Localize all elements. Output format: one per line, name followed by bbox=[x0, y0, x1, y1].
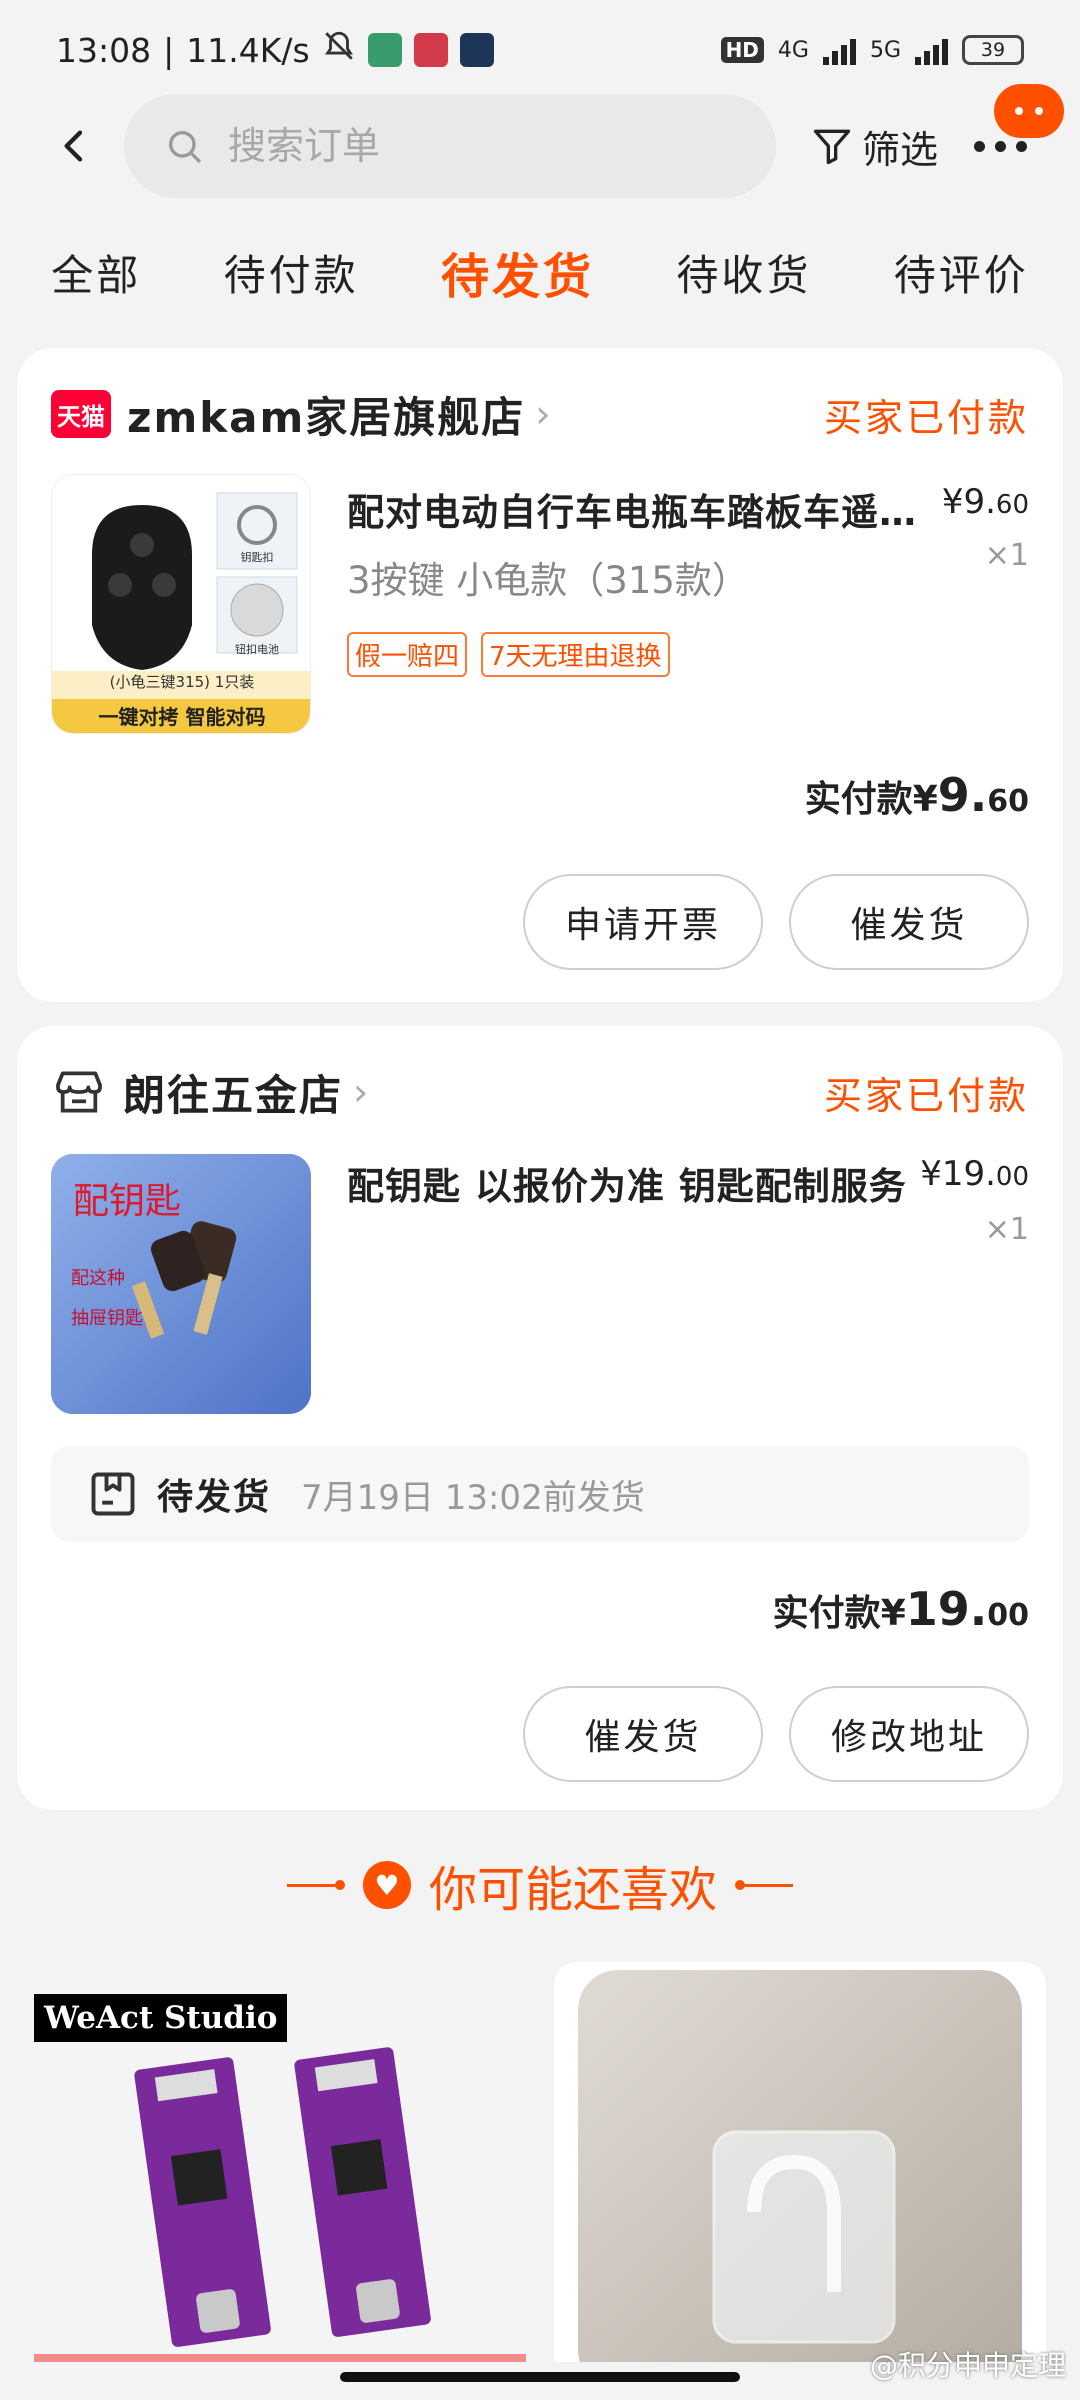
service-tags: 假一赔四 7天无理由退换 bbox=[347, 632, 670, 677]
product-price: ¥19.00 bbox=[920, 1154, 1029, 1194]
paid-label: 实付款 bbox=[804, 779, 913, 820]
filter-button[interactable]: 筛选 bbox=[810, 119, 938, 174]
order-card[interactable]: 朗往五金店 › 买家已付款 配钥匙 配这种 抽屉钥匙 配钥匙 以报价为准 钥匙配… bbox=[17, 1026, 1063, 1810]
message-bubble-icon[interactable] bbox=[994, 84, 1064, 138]
price-integer: ¥19. bbox=[920, 1154, 996, 1194]
request-invoice-button[interactable]: 申请开票 bbox=[523, 874, 763, 970]
price-decimal: 60 bbox=[995, 490, 1029, 520]
image-label: 钮扣电池 bbox=[235, 643, 279, 656]
hd-voice-icon: HD bbox=[720, 37, 764, 63]
watermark: @积分申申定理 bbox=[869, 2349, 1066, 2382]
price-decimal: 00 bbox=[995, 1162, 1029, 1192]
image-caption: 抽屉钥匙 bbox=[71, 1308, 143, 1329]
app-notification-icon bbox=[413, 33, 448, 67]
app-notification-icon bbox=[459, 33, 494, 67]
paid-integer: 9. bbox=[937, 768, 988, 822]
paid-decimal: 00 bbox=[987, 1598, 1029, 1633]
app-notification-icon bbox=[367, 33, 402, 67]
tab-pending-review[interactable]: 待评价 bbox=[894, 242, 1029, 303]
shop-name[interactable]: 朗往五金店 bbox=[123, 1062, 343, 1123]
top-bar: 筛选 bbox=[0, 84, 1080, 200]
mute-bell-icon bbox=[322, 29, 356, 71]
battery-icon: 39 bbox=[962, 35, 1024, 65]
product-image[interactable]: 配钥匙 配这种 抽屉钥匙 bbox=[51, 1154, 311, 1414]
brand-label: WeAct Studio bbox=[34, 1994, 288, 2042]
product-title[interactable]: 配对电动自行车电瓶车踏板车遥控器 bbox=[347, 482, 927, 536]
search-bar[interactable] bbox=[124, 94, 776, 198]
order-actions: 催发货 修改地址 bbox=[523, 1686, 1029, 1782]
filter-label: 筛选 bbox=[862, 127, 939, 172]
paid-decimal: 60 bbox=[987, 784, 1029, 819]
tab-all[interactable]: 全部 bbox=[51, 242, 141, 303]
clock: 13:08 bbox=[56, 30, 152, 70]
order-status: 买家已付款 bbox=[823, 395, 1029, 440]
paid-currency: ¥ bbox=[912, 779, 938, 820]
recommend-item[interactable] bbox=[554, 1962, 1046, 2362]
tab-pending-receipt[interactable]: 待收货 bbox=[676, 242, 811, 303]
signal-icon bbox=[915, 35, 948, 65]
order-status-tabs: 全部 待付款 待发货 待收货 待评价 bbox=[0, 232, 1080, 312]
image-caption: 配这种 bbox=[71, 1268, 125, 1289]
decor-line bbox=[286, 1880, 345, 1890]
product-title[interactable]: 配钥匙 以报价为准 钥匙配制服务 bbox=[347, 1156, 907, 1210]
network-type: 4G bbox=[777, 37, 809, 63]
product-image bbox=[554, 1962, 1046, 2362]
urge-shipment-button[interactable]: 催发货 bbox=[789, 874, 1029, 970]
product-image[interactable]: (小龟三键315) 1只装 一键对拷 智能对码 钥匙扣 钮扣电池 bbox=[51, 474, 311, 734]
tmall-badge: 天猫 bbox=[51, 390, 111, 438]
product-quantity: ×1 bbox=[984, 1212, 1029, 1247]
filter-icon bbox=[813, 129, 851, 165]
modify-address-button[interactable]: 修改地址 bbox=[789, 1686, 1029, 1782]
shipping-deadline[interactable]: 待发货 7月19日 13:02前发货 bbox=[51, 1446, 1029, 1542]
recommend-header: ♥ 你可能还喜欢 bbox=[0, 1850, 1080, 1920]
status-bar: 13:08 | 11.4K/s HD 4G 5G 39 bbox=[0, 0, 1080, 100]
product-sku: 3按键 小龟款（315款） bbox=[347, 559, 749, 602]
decor-line bbox=[735, 1880, 793, 1890]
tab-pending-shipment[interactable]: 待发货 bbox=[441, 237, 594, 307]
package-box-icon bbox=[91, 1472, 135, 1516]
heart-icon: ♥ bbox=[362, 1861, 411, 1909]
recommend-title: 你可能还喜欢 bbox=[428, 1862, 717, 1918]
paid-amount: 实付款¥19.00 bbox=[773, 1582, 1029, 1636]
recommend-item[interactable]: WeAct Studio bbox=[34, 1962, 526, 2362]
paid-label: 实付款 bbox=[772, 1593, 881, 1634]
chevron-right-icon: › bbox=[535, 392, 551, 436]
back-button[interactable] bbox=[40, 111, 110, 181]
more-menu-button[interactable] bbox=[974, 140, 1028, 152]
signal-icon bbox=[822, 35, 856, 65]
chevron-left-icon bbox=[64, 130, 83, 162]
order-actions: 申请开票 催发货 bbox=[523, 874, 1029, 970]
price-integer: ¥9. bbox=[941, 482, 996, 522]
tab-pending-payment[interactable]: 待付款 bbox=[224, 242, 359, 303]
shop-name[interactable]: zmkam家居旗舰店 bbox=[127, 384, 525, 445]
urge-shipment-button[interactable]: 催发货 bbox=[523, 1686, 763, 1782]
shipping-status: 待发货 bbox=[157, 1477, 272, 1518]
image-caption: (小龟三键315) 1只装 bbox=[109, 673, 255, 691]
order-status: 买家已付款 bbox=[823, 1073, 1029, 1118]
search-input[interactable] bbox=[228, 124, 688, 168]
home-indicator[interactable] bbox=[340, 2372, 740, 2382]
paid-currency: ¥ bbox=[880, 1593, 906, 1634]
search-icon bbox=[169, 131, 201, 163]
paid-integer: 19. bbox=[905, 1582, 988, 1636]
network-type: 5G bbox=[869, 37, 901, 63]
service-tag: 7天无理由退换 bbox=[481, 632, 670, 677]
image-label: 钥匙扣 bbox=[240, 551, 274, 564]
net-speed: 11.4K/s bbox=[186, 30, 310, 70]
shop-header[interactable]: 朗往五金店 › 买家已付款 bbox=[51, 1062, 1029, 1122]
image-caption: 配钥匙 bbox=[73, 1181, 182, 1222]
store-icon bbox=[56, 1071, 102, 1113]
product-quantity: ×1 bbox=[984, 538, 1029, 573]
status-divider: | bbox=[163, 30, 175, 70]
image-caption: 一键对拷 智能对码 bbox=[98, 705, 266, 729]
product-price: ¥9.60 bbox=[942, 482, 1029, 522]
order-card[interactable]: 天猫 zmkam家居旗舰店 › 买家已付款 (小龟三键315) 1只装 一键对拷… bbox=[17, 348, 1063, 1002]
chevron-right-icon: › bbox=[353, 1070, 369, 1114]
shipping-time: 7月19日 13:02前发货 bbox=[301, 1477, 645, 1518]
service-tag: 假一赔四 bbox=[347, 632, 468, 677]
shop-header[interactable]: 天猫 zmkam家居旗舰店 › 买家已付款 bbox=[51, 384, 1029, 444]
paid-amount: 实付款¥9.60 bbox=[805, 768, 1029, 822]
